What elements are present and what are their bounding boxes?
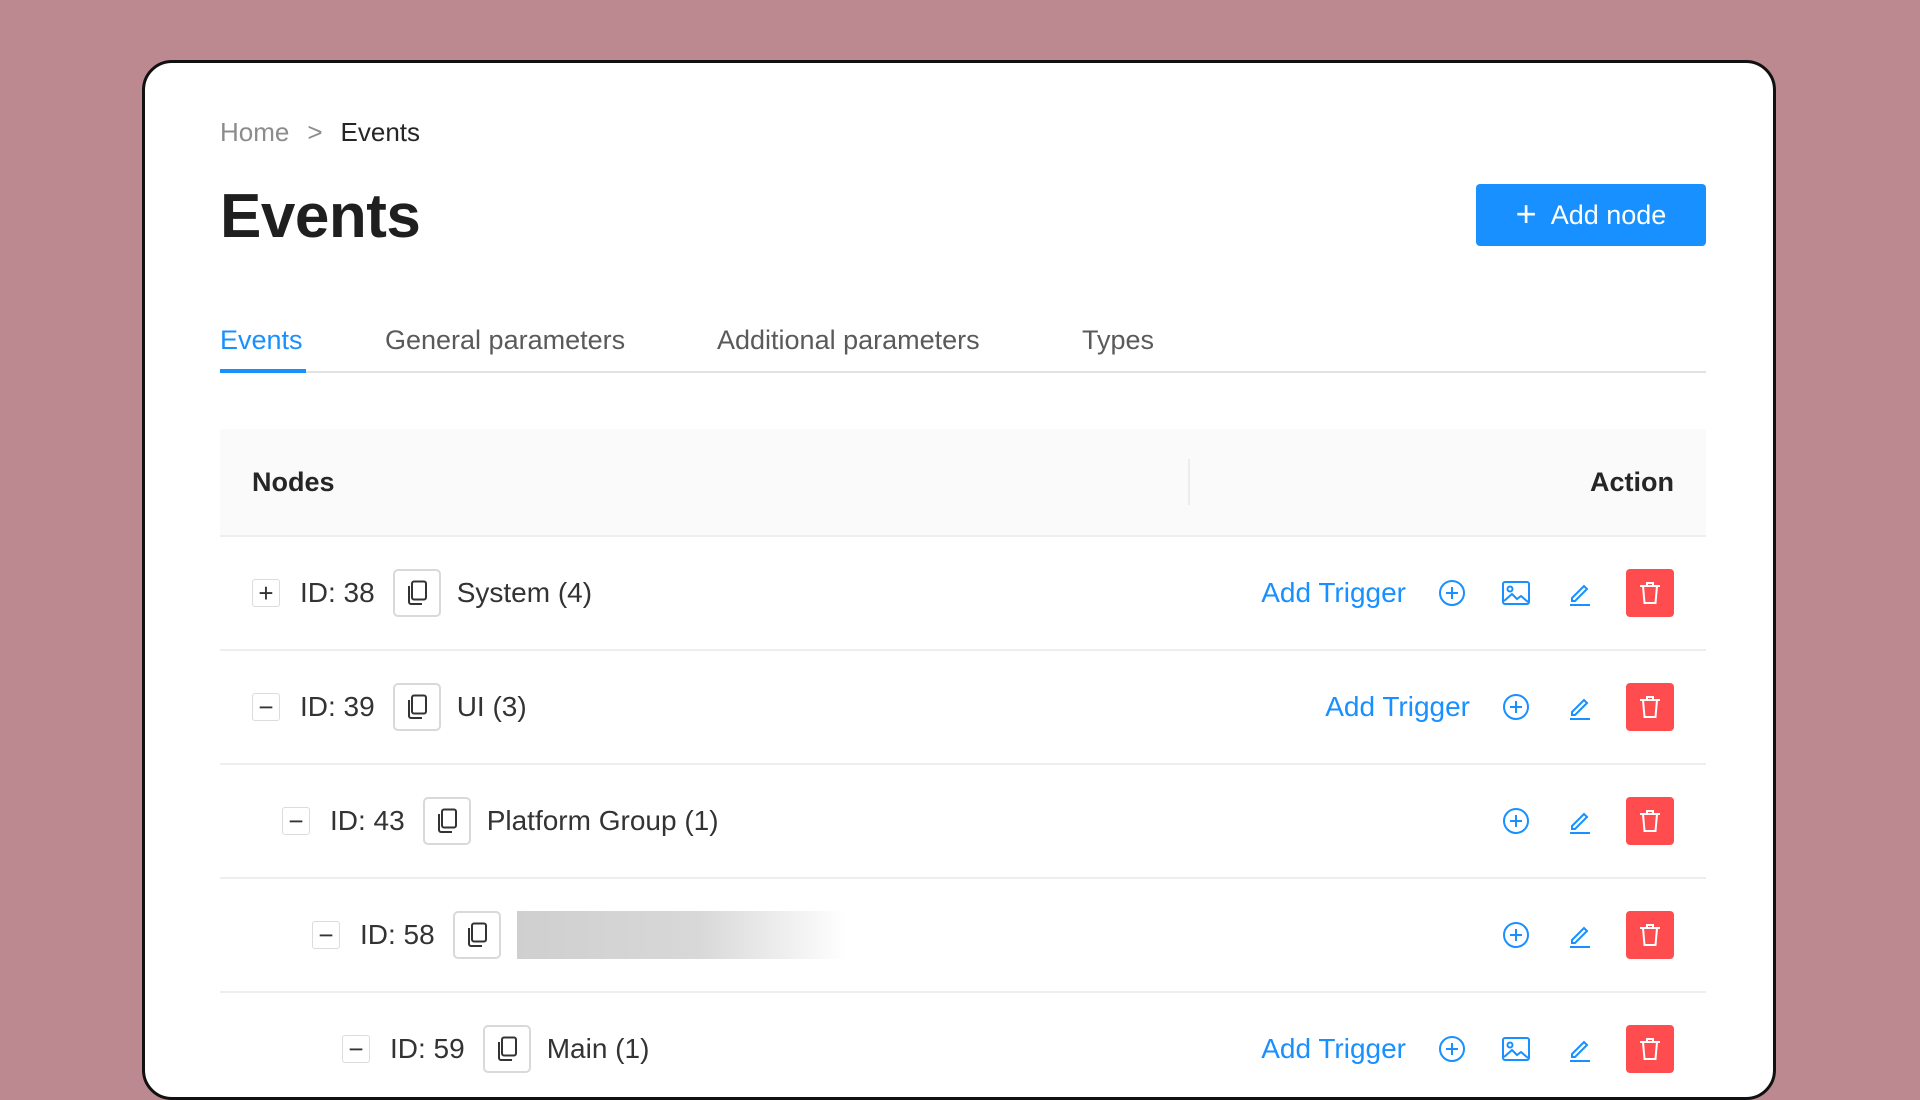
collapse-icon[interactable]: −	[342, 1035, 370, 1063]
trash-icon	[1640, 582, 1660, 604]
edit-icon[interactable]	[1562, 917, 1598, 953]
tab-additional-parameters[interactable]: Additional parameters	[717, 325, 980, 356]
tab-general-parameters[interactable]: General parameters	[385, 325, 625, 356]
page-title: Events	[220, 182, 421, 251]
add-node-button[interactable]: + Add node	[1476, 184, 1706, 246]
edit-icon[interactable]	[1562, 803, 1598, 839]
delete-button[interactable]	[1626, 911, 1674, 959]
image-icon[interactable]	[1498, 1031, 1534, 1067]
delete-button[interactable]	[1626, 1025, 1674, 1073]
trash-icon	[1640, 810, 1660, 832]
image-icon[interactable]	[1498, 575, 1534, 611]
nodes-table: Nodes Action + ID: 38 System (4) Add Tri…	[220, 429, 1706, 1097]
add-circle-icon[interactable]	[1434, 575, 1470, 611]
column-header-action: Action	[1590, 467, 1674, 497]
breadcrumb-home-link[interactable]: Home	[220, 117, 289, 148]
delete-button[interactable]	[1626, 797, 1674, 845]
edit-icon[interactable]	[1562, 1031, 1598, 1067]
table-row: − ID: 59 Main (1) Add Trigger	[220, 993, 1706, 1097]
node-id: ID: 39	[300, 691, 375, 722]
app-window: Home > Events Events + Add node Events G…	[142, 60, 1776, 1100]
node-id: ID: 38	[300, 577, 375, 608]
collapse-icon[interactable]: −	[282, 807, 310, 835]
collapse-icon[interactable]: −	[312, 921, 340, 949]
copy-icon[interactable]	[392, 683, 441, 731]
copy-icon[interactable]	[392, 569, 441, 617]
table-row: + ID: 38 System (4) Add Trigger	[220, 537, 1706, 651]
trash-icon	[1640, 696, 1660, 718]
expand-icon[interactable]: +	[252, 579, 280, 607]
row-actions: Add Trigger	[1261, 993, 1674, 1097]
tab-bar: Events General parameters Additional par…	[220, 325, 1706, 373]
trash-icon	[1640, 924, 1660, 946]
table-row: − ID: 43 Platform Group (1)	[220, 765, 1706, 879]
table-row: − ID: 39 UI (3) Add Trigger	[220, 651, 1706, 765]
active-tab-indicator	[220, 369, 306, 373]
node-name: Platform Group (1)	[486, 805, 719, 836]
node-name: UI (3)	[456, 691, 527, 722]
row-actions: Add Trigger	[1325, 651, 1674, 763]
column-header-nodes: Nodes	[252, 467, 335, 497]
node-name: System (4)	[456, 577, 593, 608]
plus-icon: +	[1515, 192, 1537, 234]
add-trigger-link[interactable]: Add Trigger	[1261, 577, 1406, 609]
breadcrumb-current: Events	[340, 117, 421, 147]
edit-icon[interactable]	[1562, 575, 1598, 611]
tab-events[interactable]: Events	[220, 325, 303, 356]
blurred-node-name	[516, 911, 847, 959]
row-actions	[1498, 879, 1674, 991]
breadcrumb: Home > Events	[220, 117, 420, 148]
table-header: Nodes Action	[220, 429, 1706, 537]
delete-button[interactable]	[1626, 683, 1674, 731]
tab-types[interactable]: Types	[1082, 325, 1154, 356]
table-row: − ID: 58	[220, 879, 1706, 993]
node-id: ID: 59	[390, 1033, 465, 1064]
add-node-label: Add node	[1550, 199, 1667, 230]
collapse-icon[interactable]: −	[252, 693, 280, 721]
node-name: Main (1)	[546, 1033, 650, 1064]
copy-icon[interactable]	[422, 797, 471, 845]
node-id: ID: 43	[330, 805, 405, 836]
trash-icon	[1640, 1038, 1660, 1060]
add-trigger-link[interactable]: Add Trigger	[1325, 691, 1470, 723]
add-circle-icon[interactable]	[1498, 917, 1534, 953]
node-id: ID: 58	[360, 919, 435, 950]
row-actions: Add Trigger	[1261, 537, 1674, 649]
column-divider	[1188, 459, 1190, 505]
row-actions	[1498, 765, 1674, 877]
add-circle-icon[interactable]	[1498, 689, 1534, 725]
add-trigger-link[interactable]: Add Trigger	[1261, 1033, 1406, 1065]
delete-button[interactable]	[1626, 569, 1674, 617]
add-circle-icon[interactable]	[1434, 1031, 1470, 1067]
copy-icon[interactable]	[452, 911, 501, 959]
copy-icon[interactable]	[482, 1025, 531, 1073]
breadcrumb-separator: >	[307, 117, 323, 147]
edit-icon[interactable]	[1562, 689, 1598, 725]
add-circle-icon[interactable]	[1498, 803, 1534, 839]
